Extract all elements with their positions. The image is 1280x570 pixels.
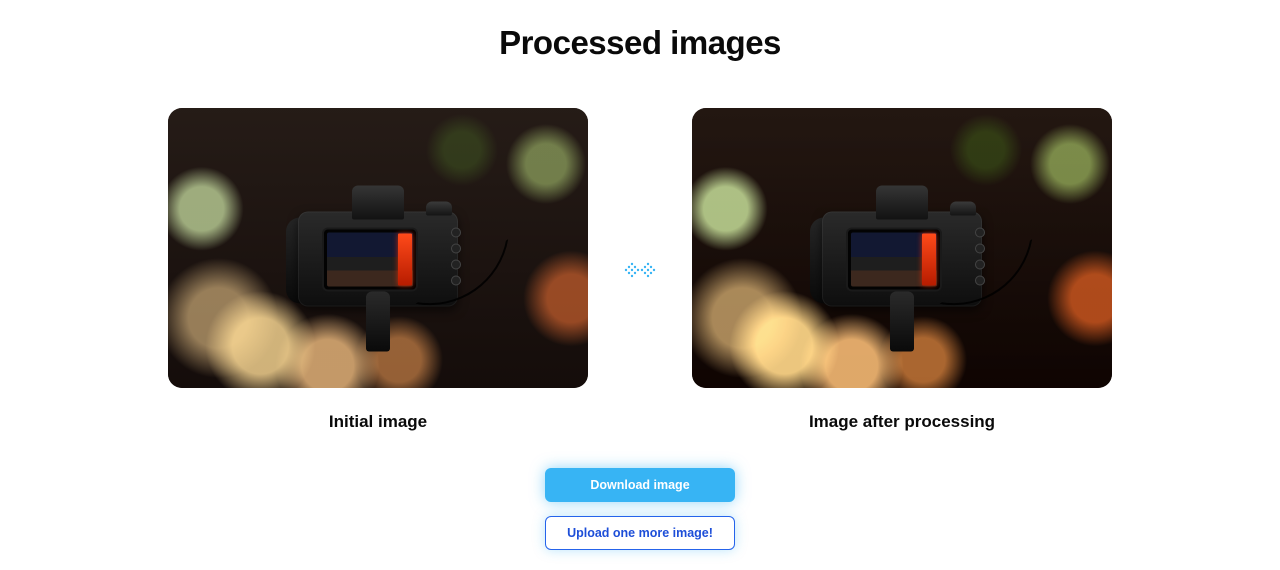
processed-image-caption: Image after processing (809, 412, 995, 432)
before-panel: Initial image (168, 108, 588, 432)
processed-image (692, 108, 1112, 388)
download-button[interactable]: Download image (545, 468, 735, 502)
arrow-right-icon (620, 250, 660, 290)
initial-image (168, 108, 588, 388)
actions: Download image Upload one more image! (0, 468, 1280, 550)
compare-row: Initial image (0, 108, 1280, 432)
initial-image-caption: Initial image (329, 412, 427, 432)
page-title: Processed images (0, 24, 1280, 62)
after-panel: Image after processing (692, 108, 1112, 432)
upload-more-button[interactable]: Upload one more image! (545, 516, 735, 550)
